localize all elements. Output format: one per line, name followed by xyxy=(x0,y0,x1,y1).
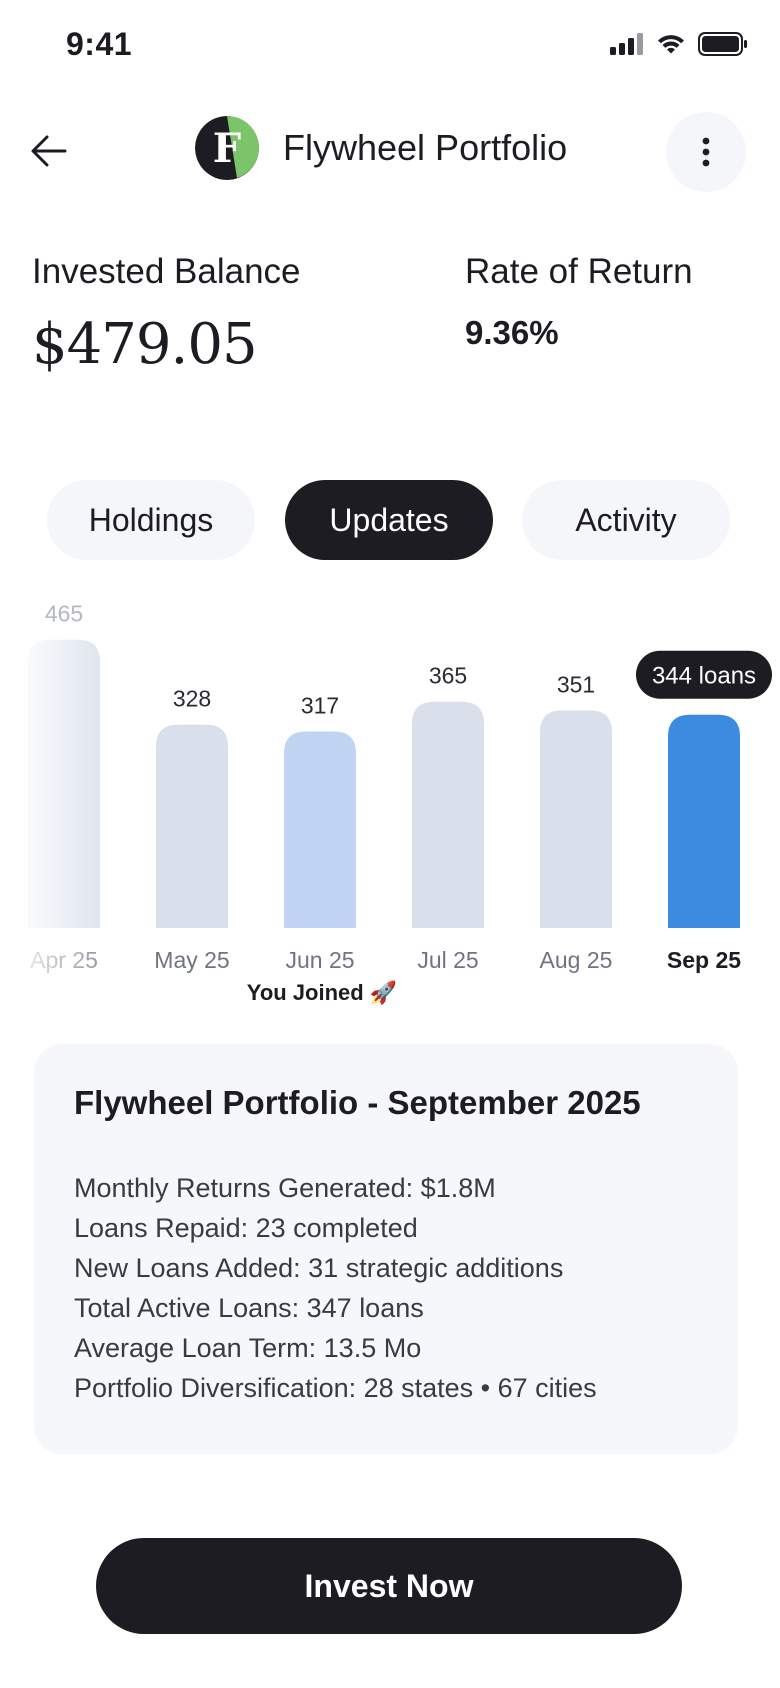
more-options-button[interactable] xyxy=(666,112,746,192)
bar-sep-25[interactable] xyxy=(668,714,740,928)
bar-may-25[interactable] xyxy=(156,724,228,928)
value-label-jun-25: 317 xyxy=(301,692,339,718)
selected-tooltip-label: 344 loans xyxy=(652,663,756,690)
update-card-details: Monthly Returns Generated: $1.8M Loans R… xyxy=(74,1168,698,1408)
value-label-apr-25: 465 xyxy=(45,601,83,627)
update-card-title: Flywheel Portfolio - September 2025 xyxy=(74,1084,641,1121)
back-button[interactable] xyxy=(26,128,72,174)
category-label-sep-25: Sep 25 xyxy=(667,947,741,973)
category-label-jun-25: Jun 25 xyxy=(285,947,354,973)
portfolio-logo: F xyxy=(195,116,259,180)
portfolio-header: F Flywheel Portfolio xyxy=(195,116,567,180)
value-label-may-25: 328 xyxy=(173,686,211,712)
value-label-aug-25: 351 xyxy=(557,671,595,697)
bar-apr-25[interactable] xyxy=(28,639,100,928)
loans-bar-chart: 465 Apr 25 328 May 25 317 Jun 25 You Joined 🚀 3… xyxy=(0,600,780,1020)
category-label-jul-25: Jul 25 xyxy=(417,947,478,973)
you-joined-label: You Joined 🚀 xyxy=(247,980,397,1005)
rate-of-return: Rate of Return 9.36% xyxy=(465,252,693,352)
battery-icon xyxy=(698,32,747,56)
tab-holdings[interactable]: Holdings xyxy=(47,480,255,560)
category-label-apr-25: Apr 25 xyxy=(30,947,98,973)
bar-jul-25[interactable] xyxy=(412,701,484,928)
invested-balance: Invested Balance $479.05 xyxy=(32,252,301,377)
bar-jun-25[interactable] xyxy=(284,731,356,928)
page-title: Flywheel Portfolio xyxy=(283,127,568,168)
cellular-signal-icon xyxy=(610,33,643,55)
status-bar: 9:41 xyxy=(0,0,780,92)
status-icons xyxy=(610,32,748,56)
update-line-new-loans: New Loans Added: 31 strategic additions xyxy=(74,1253,564,1283)
category-label-aug-25: Aug 25 xyxy=(540,947,613,973)
tab-activity[interactable]: Activity xyxy=(522,480,730,560)
monthly-update-card: Flywheel Portfolio - September 2025 Mont… xyxy=(34,1044,738,1454)
nav-header: F Flywheel Portfolio xyxy=(0,110,780,200)
update-line-active-loans: Total Active Loans: 347 loans xyxy=(74,1293,424,1323)
arrow-left-icon xyxy=(31,135,67,167)
update-line-monthly-returns: Monthly Returns Generated: $1.8M xyxy=(74,1173,496,1203)
category-label-may-25: May 25 xyxy=(154,947,229,973)
wifi-icon xyxy=(658,35,684,54)
status-time: 9:41 xyxy=(66,26,133,62)
tab-bar: Holdings Updates Activity xyxy=(0,480,780,560)
value-label-jul-25: 365 xyxy=(429,663,467,689)
loans-chart-svg: 465 Apr 25 328 May 25 317 Jun 25 You Joined 🚀 3… xyxy=(28,601,772,1005)
update-line-loans-repaid: Loans Repaid: 23 completed xyxy=(74,1213,418,1243)
more-vertical-icon xyxy=(702,137,710,167)
invested-balance-value: $479.05 xyxy=(32,312,258,377)
update-line-diversification: Portfolio Diversification: 28 states • 6… xyxy=(74,1373,597,1403)
invested-balance-label: Invested Balance xyxy=(32,252,301,291)
rate-of-return-value: 9.36% xyxy=(465,314,559,351)
invest-now-button[interactable]: Invest Now xyxy=(96,1538,682,1634)
bar-aug-25[interactable] xyxy=(540,710,612,928)
rate-of-return-label: Rate of Return xyxy=(465,252,693,291)
tab-updates[interactable]: Updates xyxy=(285,480,493,560)
logo-letter: F xyxy=(212,124,242,172)
update-line-loan-term: Average Loan Term: 13.5 Mo xyxy=(74,1333,422,1363)
